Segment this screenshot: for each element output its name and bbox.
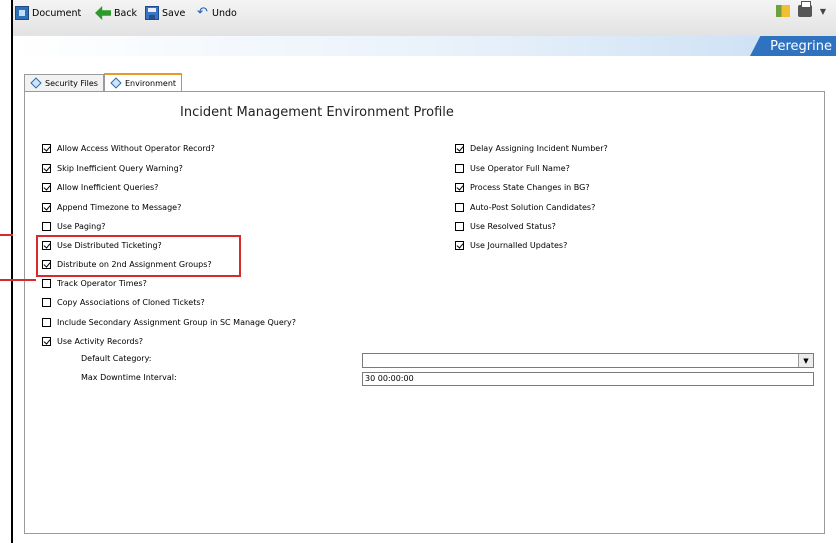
max-downtime-label: Max Downtime Interval: — [81, 373, 177, 382]
dropdown-arrow-icon[interactable]: ▼ — [820, 7, 826, 16]
document-icon — [15, 6, 29, 20]
checkbox-label: Use Activity Records? — [57, 337, 144, 346]
checkbox-process-state-changes-bg[interactable]: Process State Changes in BG? — [455, 183, 590, 192]
checkbox-delay-assigning-incident-number[interactable]: Delay Assigning Incident Number? — [455, 144, 608, 153]
back-arrow-icon — [95, 6, 111, 20]
checkbox-allow-inefficient-queries[interactable]: Allow Inefficient Queries? — [42, 183, 158, 192]
checkbox-box[interactable] — [455, 203, 464, 212]
checkbox-skip-inefficient-query-warning[interactable]: Skip Inefficient Query Warning? — [42, 164, 183, 173]
tab-label: Security Files — [45, 78, 98, 88]
undo-button[interactable]: ↶ Undo — [197, 5, 237, 21]
toolbar: Document Back Save ↶ Undo ▼ — [13, 0, 836, 37]
window-frame-edge — [11, 0, 13, 543]
default-category-label: Default Category: — [81, 354, 152, 363]
diamond-icon — [110, 77, 122, 89]
save-label: Save — [162, 7, 186, 19]
diamond-icon — [30, 77, 42, 89]
checkbox-box[interactable] — [42, 298, 51, 307]
document-button[interactable]: Document — [15, 5, 81, 21]
checkbox-label: Auto-Post Solution Candidates? — [470, 203, 596, 212]
toolbar-right-icons: ▼ — [775, 1, 826, 17]
tab-security-files[interactable]: Security Files — [24, 74, 104, 91]
checkbox-label: Skip Inefficient Query Warning? — [57, 164, 183, 173]
annotation-line — [0, 234, 13, 236]
checkbox-box[interactable] — [42, 337, 51, 346]
checkbox-use-activity-records[interactable]: Use Activity Records? — [42, 337, 143, 346]
checkbox-label: Delay Assigning Incident Number? — [470, 144, 608, 153]
checkbox-use-paging[interactable]: Use Paging? — [42, 222, 106, 231]
checkbox-label: Include Secondary Assignment Group in SC… — [57, 318, 297, 327]
annotation-line — [0, 279, 36, 281]
checkbox-auto-post-solution-candidates[interactable]: Auto-Post Solution Candidates? — [455, 203, 595, 212]
back-label: Back — [114, 7, 138, 19]
print-icon[interactable] — [797, 1, 812, 17]
checkbox-box[interactable] — [455, 183, 464, 192]
checkbox-label: Track Operator Times? — [57, 279, 147, 288]
checkbox-label: Copy Associations of Cloned Tickets? — [57, 298, 205, 307]
page-title: Incident Management Environment Profile — [180, 105, 454, 120]
checkbox-box[interactable] — [42, 318, 51, 327]
checkbox-append-timezone[interactable]: Append Timezone to Message? — [42, 203, 181, 212]
undo-label: Undo — [212, 7, 237, 19]
checkbox-box[interactable] — [42, 144, 51, 153]
checkbox-label: Use Operator Full Name? — [470, 164, 570, 173]
checkbox-box[interactable] — [455, 164, 464, 173]
header-banner: Peregrine — [13, 36, 836, 56]
checkbox-label: Allow Access Without Operator Record? — [57, 144, 215, 153]
checkbox-box[interactable] — [42, 279, 51, 288]
checkbox-track-operator-times[interactable]: Track Operator Times? — [42, 279, 147, 288]
checkbox-label: Append Timezone to Message? — [57, 203, 182, 212]
checkbox-box[interactable] — [455, 241, 464, 250]
checkbox-box[interactable] — [455, 222, 464, 231]
checkbox-box[interactable] — [42, 222, 51, 231]
checkbox-copy-associations-cloned[interactable]: Copy Associations of Cloned Tickets? — [42, 298, 205, 307]
checkbox-include-secondary-assignment-group[interactable]: Include Secondary Assignment Group in SC… — [42, 318, 296, 327]
checkbox-label: Use Resolved Status? — [470, 222, 556, 231]
network-icon[interactable] — [775, 5, 790, 17]
tab-bar: Security Files Environment — [24, 73, 183, 91]
checkbox-use-journalled-updates[interactable]: Use Journalled Updates? — [455, 241, 567, 250]
checkbox-label: Use Paging? — [57, 222, 106, 231]
checkbox-box[interactable] — [42, 164, 51, 173]
peregrine-logo: Peregrine — [750, 36, 836, 56]
highlight-box — [36, 235, 241, 277]
document-label: Document — [32, 7, 82, 19]
checkbox-box[interactable] — [42, 203, 51, 212]
checkbox-box[interactable] — [42, 183, 51, 192]
default-category-select[interactable]: ▼ — [362, 353, 814, 368]
checkbox-allow-access-without-operator[interactable]: Allow Access Without Operator Record? — [42, 144, 215, 153]
chevron-down-icon[interactable]: ▼ — [798, 354, 813, 367]
checkbox-label: Process State Changes in BG? — [470, 183, 590, 192]
checkbox-label: Use Journalled Updates? — [470, 241, 568, 250]
tab-label: Environment — [124, 78, 177, 88]
checkbox-label: Allow Inefficient Queries? — [57, 183, 159, 192]
checkbox-use-operator-full-name[interactable]: Use Operator Full Name? — [455, 164, 570, 173]
back-button[interactable]: Back — [95, 5, 137, 21]
undo-icon: ↶ — [197, 5, 208, 20]
checkbox-use-resolved-status[interactable]: Use Resolved Status? — [455, 222, 556, 231]
form-panel — [24, 91, 825, 534]
tab-environment[interactable]: Environment — [103, 73, 183, 91]
max-downtime-input[interactable]: 30 00:00:00 — [362, 372, 814, 386]
checkbox-box[interactable] — [455, 144, 464, 153]
save-button[interactable]: Save — [145, 5, 185, 21]
save-disk-icon — [145, 6, 159, 20]
